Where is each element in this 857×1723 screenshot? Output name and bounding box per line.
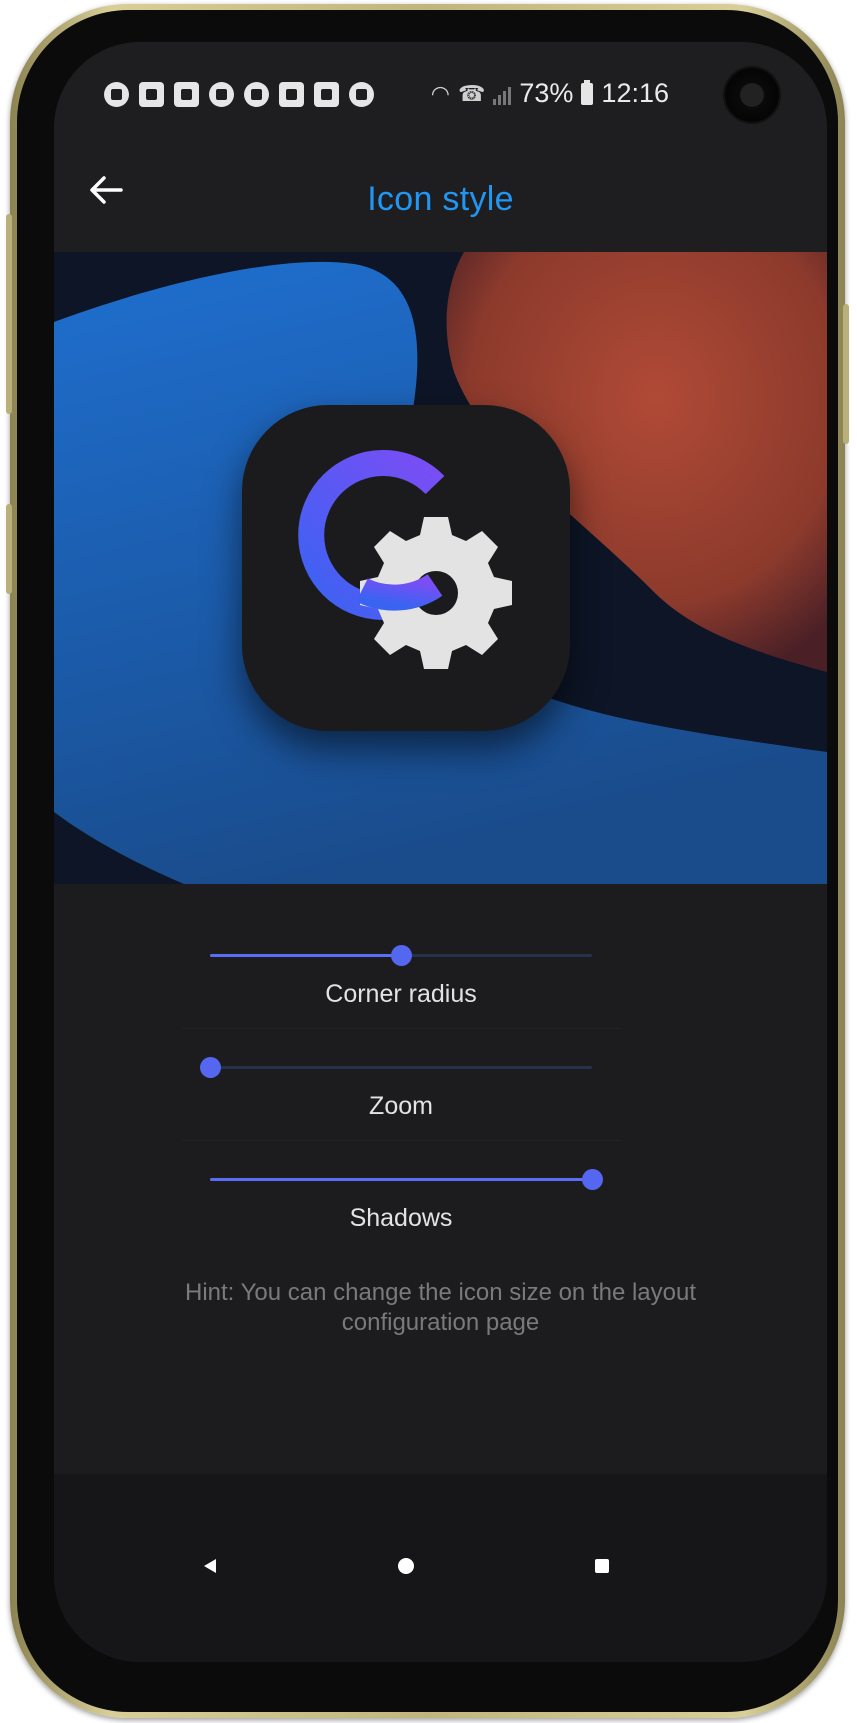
divider <box>182 1028 620 1029</box>
navigation-bar <box>54 1474 827 1662</box>
zoom-slider[interactable]: Zoom <box>182 1036 620 1148</box>
messenger-icon <box>244 82 269 107</box>
phone-frame: ◠ ☎ 73% 12:16 Icon style Corner radius Z… <box>6 4 849 1718</box>
clock: 12:16 <box>601 78 669 108</box>
slider-label: Shadows <box>349 1204 453 1232</box>
slider-thumb[interactable] <box>200 1057 221 1078</box>
circle-home-icon <box>398 1558 414 1574</box>
corner-radius-slider[interactable]: Corner radius <box>182 924 620 1036</box>
signal-icon <box>493 83 512 105</box>
tile-icon <box>349 82 374 107</box>
instagram-icon <box>174 82 199 107</box>
page-title: Icon style <box>367 180 514 218</box>
power-button <box>843 304 849 444</box>
nav-home-button[interactable] <box>386 1546 426 1586</box>
app-icon-tile <box>242 405 570 731</box>
nav-back-button[interactable] <box>190 1546 230 1586</box>
screen: ◠ ☎ 73% 12:16 Icon style Corner radius Z… <box>54 42 827 1662</box>
slider-thumb[interactable] <box>391 945 412 966</box>
square-recents-icon <box>595 1559 609 1573</box>
controls-panel: Corner radius Zoom Shadows Hint: You can… <box>54 884 827 1474</box>
front-camera <box>725 68 779 122</box>
speaker-icon <box>314 82 339 107</box>
spotify-icon <box>104 82 129 107</box>
slider-label: Corner radius <box>325 980 477 1008</box>
status-right: ◠ ☎ 73% 12:16 <box>431 78 669 109</box>
wifi-icon: ◠ <box>430 80 450 106</box>
slider-thumb[interactable] <box>582 1169 603 1190</box>
triangle-back-icon <box>204 1559 216 1573</box>
shadows-slider[interactable]: Shadows <box>182 1148 620 1260</box>
battery-icon <box>581 79 594 105</box>
slider-fill <box>210 954 401 957</box>
slider-label: Zoom <box>369 1092 433 1120</box>
bixby-button <box>6 504 12 594</box>
divider <box>182 1140 620 1141</box>
volume-button <box>6 214 12 414</box>
slider-track[interactable] <box>210 1169 603 1190</box>
message-icon <box>139 82 164 107</box>
settings-gear-c-logo-icon <box>298 450 512 669</box>
wifi-calling-icon: ☎ <box>457 80 486 106</box>
slider-fill <box>210 1178 592 1181</box>
icon-preview <box>54 252 827 884</box>
nav-recents-button[interactable] <box>582 1546 622 1586</box>
app-bar: Icon style <box>54 140 827 252</box>
gallery-icon <box>279 82 304 107</box>
status-bar: ◠ ☎ 73% 12:16 <box>54 42 827 140</box>
snapchat-icon <box>209 82 234 107</box>
slider-track[interactable] <box>200 1057 592 1078</box>
notification-icons <box>104 82 374 107</box>
slider-track[interactable] <box>210 945 592 966</box>
hint-text: Hint: You can change the icon size on th… <box>184 1279 697 1336</box>
battery-percent: 73% <box>519 78 574 108</box>
